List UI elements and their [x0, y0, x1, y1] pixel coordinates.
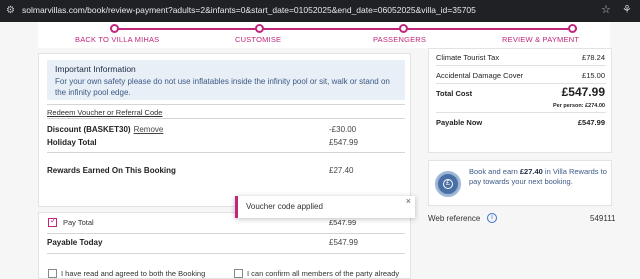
divider — [47, 104, 405, 105]
divider — [436, 65, 606, 66]
bookmark-star-icon[interactable]: ☆ — [601, 3, 611, 17]
stepper-line — [115, 28, 577, 30]
address-url[interactable]: solmarvillas.com/book/review-payment?adu… — [22, 4, 476, 17]
step-review-payment[interactable]: REVIEW & PAYMENT — [502, 35, 579, 44]
terms-text: I have read and agreed to both the Booki… — [61, 269, 206, 278]
total-cost-value: £547.99 — [561, 85, 605, 99]
holiday-total-value: £547.99 — [329, 138, 358, 147]
site-settings-icon[interactable]: ⚙ — [6, 5, 18, 17]
rewards-badge-icon: £ — [435, 171, 461, 197]
info-text: For your own safety please do not use in… — [55, 77, 390, 97]
web-reference-value: 549111 — [590, 214, 616, 223]
remove-voucher-link[interactable]: Remove — [134, 125, 164, 134]
pay-total-checkbox[interactable] — [48, 216, 57, 227]
toast-close-icon[interactable]: × — [406, 196, 411, 206]
holiday-total-label: Holiday Total — [47, 138, 97, 147]
rewards-earned-label: Rewards Earned On This Booking — [47, 166, 176, 175]
party-confirm-checkbox[interactable] — [234, 269, 243, 278]
step-dot-2 — [255, 24, 264, 33]
divider — [47, 233, 405, 234]
per-person-price: Per person: £274.00 — [553, 103, 605, 109]
toast-message: Voucher code applied — [246, 202, 323, 211]
step-dot-1 — [110, 24, 119, 33]
climate-tax-label: Climate Tourist Tax — [436, 53, 500, 62]
browser-address-bar: ⚙ solmarvillas.com/book/review-payment?a… — [0, 0, 640, 22]
divider — [47, 253, 405, 254]
payable-now-value: £547.99 — [577, 118, 605, 127]
damage-cover-value: £15.00 — [582, 71, 605, 80]
voucher-toast: Voucher code applied × — [235, 196, 415, 218]
villa-rewards-card: £ Book and earn £27.40 in Villa Rewards … — [428, 160, 612, 206]
damage-cover-label: Accidental Damage Cover — [436, 71, 524, 80]
redeem-voucher-link[interactable]: Redeem Voucher or Referral Code — [47, 108, 162, 117]
payable-now-label: Payable Now — [436, 118, 483, 127]
info-icon[interactable]: i — [487, 213, 497, 223]
step-back-to-villa[interactable]: BACK TO VILLA MIHAS — [75, 35, 159, 44]
payable-today-label: Payable Today — [47, 238, 103, 247]
pound-coin-icon: £ — [443, 179, 453, 189]
important-info-box: Important Information For your own safet… — [47, 60, 405, 100]
extensions-icon[interactable]: ⚘ — [622, 3, 632, 17]
discount-row-label: Discount (BASKET30) Remove — [47, 125, 163, 134]
divider — [436, 112, 606, 113]
payment-card: Pay Total £547.99 Payable Today £547.99 … — [38, 212, 411, 279]
booking-stepper: BACK TO VILLA MIHAS CUSTOMISE PASSENGERS… — [38, 22, 610, 48]
discount-label: Discount (BASKET30) — [47, 125, 131, 134]
divider — [47, 152, 405, 153]
rewards-message: Book and earn £27.40 in Villa Rewards to… — [469, 167, 609, 187]
step-customise[interactable]: CUSTOMISE — [235, 35, 281, 44]
pay-total-label: Pay Total — [63, 218, 94, 227]
rewards-earned-value: £27.40 — [329, 166, 354, 175]
step-passengers[interactable]: PASSENGERS — [373, 35, 426, 44]
page: BACK TO VILLA MIHAS CUSTOMISE PASSENGERS… — [0, 22, 640, 279]
total-cost-label: Total Cost — [436, 89, 473, 98]
review-card: Important Information For your own safet… — [38, 53, 411, 207]
info-title: Important Information — [55, 64, 136, 74]
web-reference-label: Web reference — [428, 214, 481, 223]
rewards-text-prefix: Book and earn — [469, 167, 520, 176]
divider — [436, 83, 606, 84]
payable-today-value: £547.99 — [329, 238, 358, 247]
discount-value: -£30.00 — [329, 125, 357, 134]
step-dot-4 — [568, 24, 577, 33]
step-dot-3 — [399, 24, 408, 33]
climate-tax-value: £78.24 — [582, 53, 605, 62]
price-summary-card: Climate Tourist Tax £78.24 Accidental Da… — [428, 48, 612, 153]
divider — [47, 118, 405, 119]
terms-checkbox[interactable] — [48, 269, 57, 278]
rewards-amount: £27.40 — [519, 167, 543, 176]
pay-total-value: £547.99 — [329, 218, 357, 227]
party-confirm-text: I can confirm all members of the party a… — [247, 269, 400, 278]
